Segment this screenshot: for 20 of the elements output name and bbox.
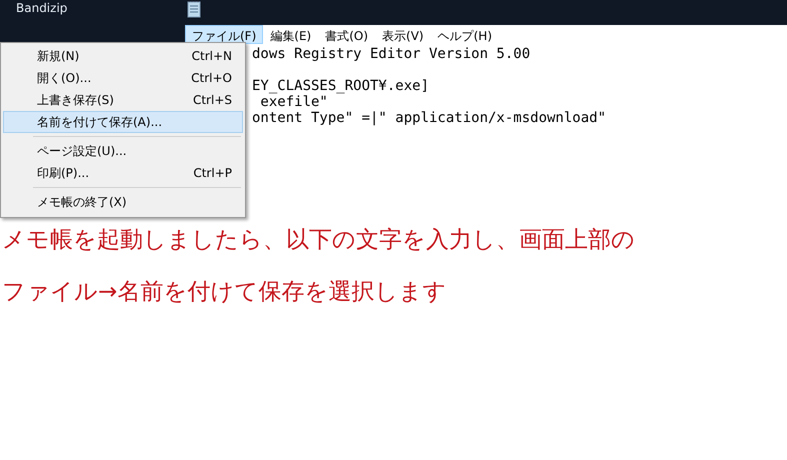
menu-bar-item[interactable]: 書式(O) bbox=[318, 25, 376, 44]
menu-item[interactable]: 開く(O)... Ctrl+O bbox=[3, 67, 243, 89]
notepad-icon[interactable] bbox=[187, 0, 201, 18]
menu-item[interactable]: 上書き保存(S) Ctrl+S bbox=[3, 89, 243, 111]
menu-bar-item[interactable]: ファイル(F) bbox=[185, 25, 264, 44]
editor-text-line: ontent Type" =|" application/x-msdownload" bbox=[252, 110, 608, 126]
menu-bar-item[interactable]: 編集(E) bbox=[263, 25, 318, 44]
editor-text-line: dows Registry Editor Version 5.00 bbox=[252, 46, 532, 62]
caption-text: ファイル→名前を付けて保存を選択します bbox=[2, 278, 448, 307]
editor-text-line: exefile" bbox=[259, 94, 329, 110]
editor-text-line: EY_CLASSES_ROOT¥.exe] bbox=[252, 78, 430, 94]
menu-item[interactable]: ページ設定(U)... bbox=[3, 140, 243, 162]
menu-item[interactable]: 印刷(P)... Ctrl+P bbox=[3, 162, 243, 184]
menu-bar-item[interactable]: 表示(V) bbox=[375, 25, 431, 44]
menu-item[interactable]: 名前を付けて保存(A)... bbox=[3, 111, 243, 133]
desktop-icon-label: Bandizip bbox=[16, 1, 68, 15]
caption-text: メモ帳を起動しましたら、以下の文字を入力し、画面上部の bbox=[2, 226, 636, 255]
menu-bar-item[interactable]: ヘルプ(H) bbox=[430, 25, 499, 44]
menu-item[interactable]: 新規(N) Ctrl+N bbox=[3, 45, 243, 67]
menu-item[interactable]: メモ帳の終了(X) bbox=[3, 191, 243, 213]
